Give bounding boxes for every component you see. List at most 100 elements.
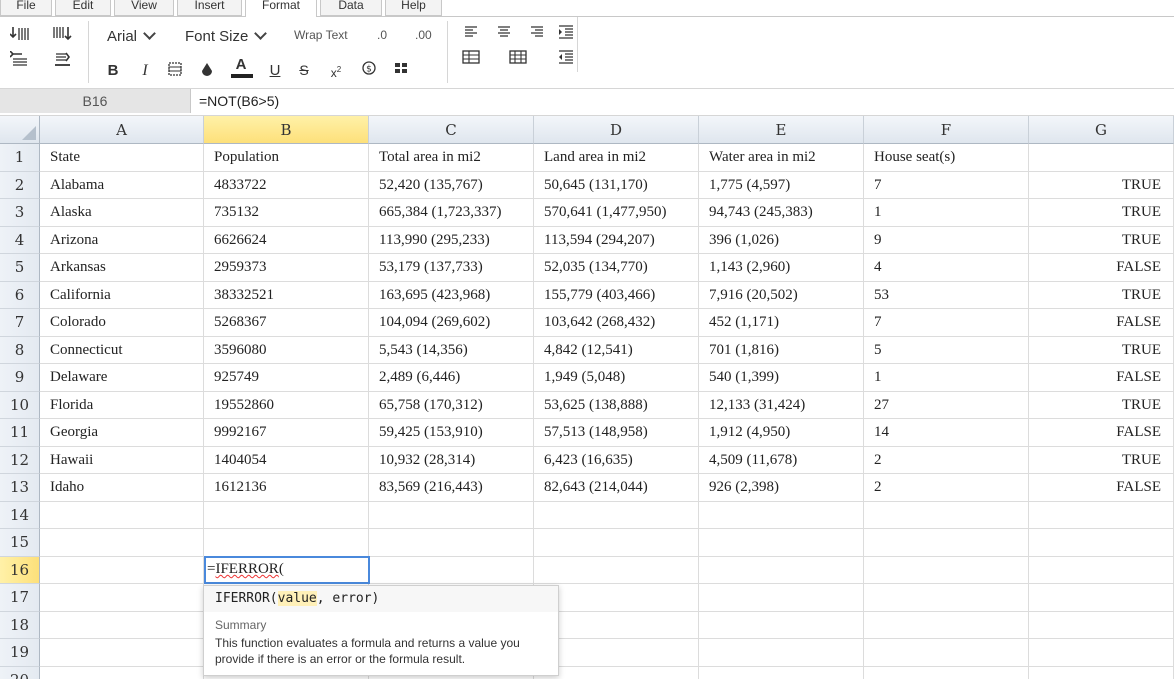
cell-f5[interactable]: 4 [864, 254, 1029, 282]
cell-e14[interactable] [699, 501, 864, 529]
cell-f4[interactable]: 9 [864, 226, 1029, 254]
insert-row-below-icon[interactable] [9, 50, 30, 69]
cell-editor[interactable]: =IFERROR( [204, 556, 370, 584]
cell-d6[interactable]: 155,779 (403,466) [534, 281, 699, 309]
cell-e5[interactable]: 1,143 (2,960) [699, 254, 864, 282]
row-header-16[interactable]: 16 [0, 556, 40, 584]
cell-b13[interactable]: 1612136 [204, 474, 369, 502]
italic-icon[interactable]: I [135, 62, 155, 80]
row-header-19[interactable]: 19 [0, 639, 40, 667]
fill-color-icon[interactable] [197, 62, 217, 80]
cell-f19[interactable] [864, 639, 1029, 667]
align-right-icon[interactable] [527, 25, 547, 43]
cell-b7[interactable]: 5268367 [204, 309, 369, 337]
cell-b6[interactable]: 38332521 [204, 281, 369, 309]
cell-d9[interactable]: 1,949 (5,048) [534, 364, 699, 392]
cell-a13[interactable]: Idaho [40, 474, 204, 502]
cell-b12[interactable]: 1404054 [204, 446, 369, 474]
tab-data[interactable]: Data [320, 0, 382, 16]
cell-d7[interactable]: 103,642 (268,432) [534, 309, 699, 337]
cell-e13[interactable]: 926 (2,398) [699, 474, 864, 502]
cell-g11[interactable]: FALSE [1029, 419, 1174, 447]
row-header-13[interactable]: 13 [0, 474, 40, 502]
cell-c5[interactable]: 53,179 (137,733) [369, 254, 534, 282]
row-header-17[interactable]: 17 [0, 584, 40, 612]
column-header-a[interactable]: A [40, 116, 204, 144]
cell-a9[interactable]: Delaware [40, 364, 204, 392]
cell-d16[interactable] [534, 556, 699, 584]
cell-f8[interactable]: 5 [864, 336, 1029, 364]
row-header-15[interactable]: 15 [0, 529, 40, 557]
cell-d15[interactable] [534, 529, 699, 557]
cell-a11[interactable]: Georgia [40, 419, 204, 447]
cell-a1[interactable]: State [40, 144, 204, 172]
cell-d2[interactable]: 50,645 (131,170) [534, 171, 699, 199]
cell-g17[interactable] [1029, 584, 1174, 612]
row-header-8[interactable]: 8 [0, 336, 40, 364]
cell-c10[interactable]: 65,758 (170,312) [369, 391, 534, 419]
cell-a2[interactable]: Alabama [40, 171, 204, 199]
cell-a12[interactable]: Hawaii [40, 446, 204, 474]
row-header-20[interactable]: 20 [0, 666, 40, 679]
cell-d13[interactable]: 82,643 (214,044) [534, 474, 699, 502]
cell-f14[interactable] [864, 501, 1029, 529]
row-header-7[interactable]: 7 [0, 309, 40, 337]
cell-e11[interactable]: 1,912 (4,950) [699, 419, 864, 447]
row-header-4[interactable]: 4 [0, 226, 40, 254]
tab-help[interactable]: Help [385, 0, 442, 16]
cell-f2[interactable]: 7 [864, 171, 1029, 199]
cell-f11[interactable]: 14 [864, 419, 1029, 447]
cell-e6[interactable]: 7,916 (20,502) [699, 281, 864, 309]
cell-e9[interactable]: 540 (1,399) [699, 364, 864, 392]
column-header-b[interactable]: B [204, 116, 369, 144]
font-color-icon[interactable]: A [231, 57, 253, 78]
cell-b15[interactable] [204, 529, 369, 557]
border-icon[interactable] [165, 62, 185, 80]
number-format-icon[interactable] [391, 61, 411, 79]
cell-g6[interactable]: TRUE [1029, 281, 1174, 309]
cell-a17[interactable] [40, 584, 204, 612]
cell-b1[interactable]: Population [204, 144, 369, 172]
row-header-3[interactable]: 3 [0, 199, 40, 227]
cell-c4[interactable]: 113,990 (295,233) [369, 226, 534, 254]
cell-c13[interactable]: 83,569 (216,443) [369, 474, 534, 502]
tab-view[interactable]: View [114, 0, 174, 16]
cell-a3[interactable]: Alaska [40, 199, 204, 227]
underline-icon[interactable]: U [265, 62, 285, 80]
decrease-decimal-button[interactable]: .0 [377, 25, 387, 45]
cell-g12[interactable]: TRUE [1029, 446, 1174, 474]
row-header-14[interactable]: 14 [0, 501, 40, 529]
cell-a18[interactable] [40, 611, 204, 639]
cell-c6[interactable]: 163,695 (423,968) [369, 281, 534, 309]
column-header-e[interactable]: E [699, 116, 864, 144]
cell-g1[interactable] [1029, 144, 1174, 172]
table-icon[interactable] [461, 50, 481, 68]
cell-g15[interactable] [1029, 529, 1174, 557]
row-header-6[interactable]: 6 [0, 281, 40, 309]
row-header-9[interactable]: 9 [0, 364, 40, 392]
superscript-icon[interactable]: x2 [326, 61, 346, 80]
row-header-18[interactable]: 18 [0, 611, 40, 639]
cell-a8[interactable]: Connecticut [40, 336, 204, 364]
delete-row-icon[interactable] [52, 51, 72, 69]
cell-d12[interactable]: 6,423 (16,635) [534, 446, 699, 474]
cell-f16[interactable] [864, 556, 1029, 584]
wrap-text-button[interactable]: Wrap Text [294, 25, 348, 45]
cell-g14[interactable] [1029, 501, 1174, 529]
insert-row-above-icon[interactable] [9, 25, 30, 43]
select-all-corner[interactable] [0, 116, 40, 144]
cell-f7[interactable]: 7 [864, 309, 1029, 337]
cell-b10[interactable]: 19552860 [204, 391, 369, 419]
cell-f6[interactable]: 53 [864, 281, 1029, 309]
cell-c8[interactable]: 5,543 (14,356) [369, 336, 534, 364]
bold-icon[interactable]: B [103, 62, 123, 80]
cell-b9[interactable]: 925749 [204, 364, 369, 392]
cell-a20[interactable] [40, 666, 204, 679]
grid-icon[interactable] [508, 50, 528, 68]
outdent-icon[interactable] [556, 50, 576, 68]
cell-c15[interactable] [369, 529, 534, 557]
currency-icon[interactable]: $ [359, 61, 379, 79]
cell-g16[interactable] [1029, 556, 1174, 584]
cell-b8[interactable]: 3596080 [204, 336, 369, 364]
cell-b5[interactable]: 2959373 [204, 254, 369, 282]
